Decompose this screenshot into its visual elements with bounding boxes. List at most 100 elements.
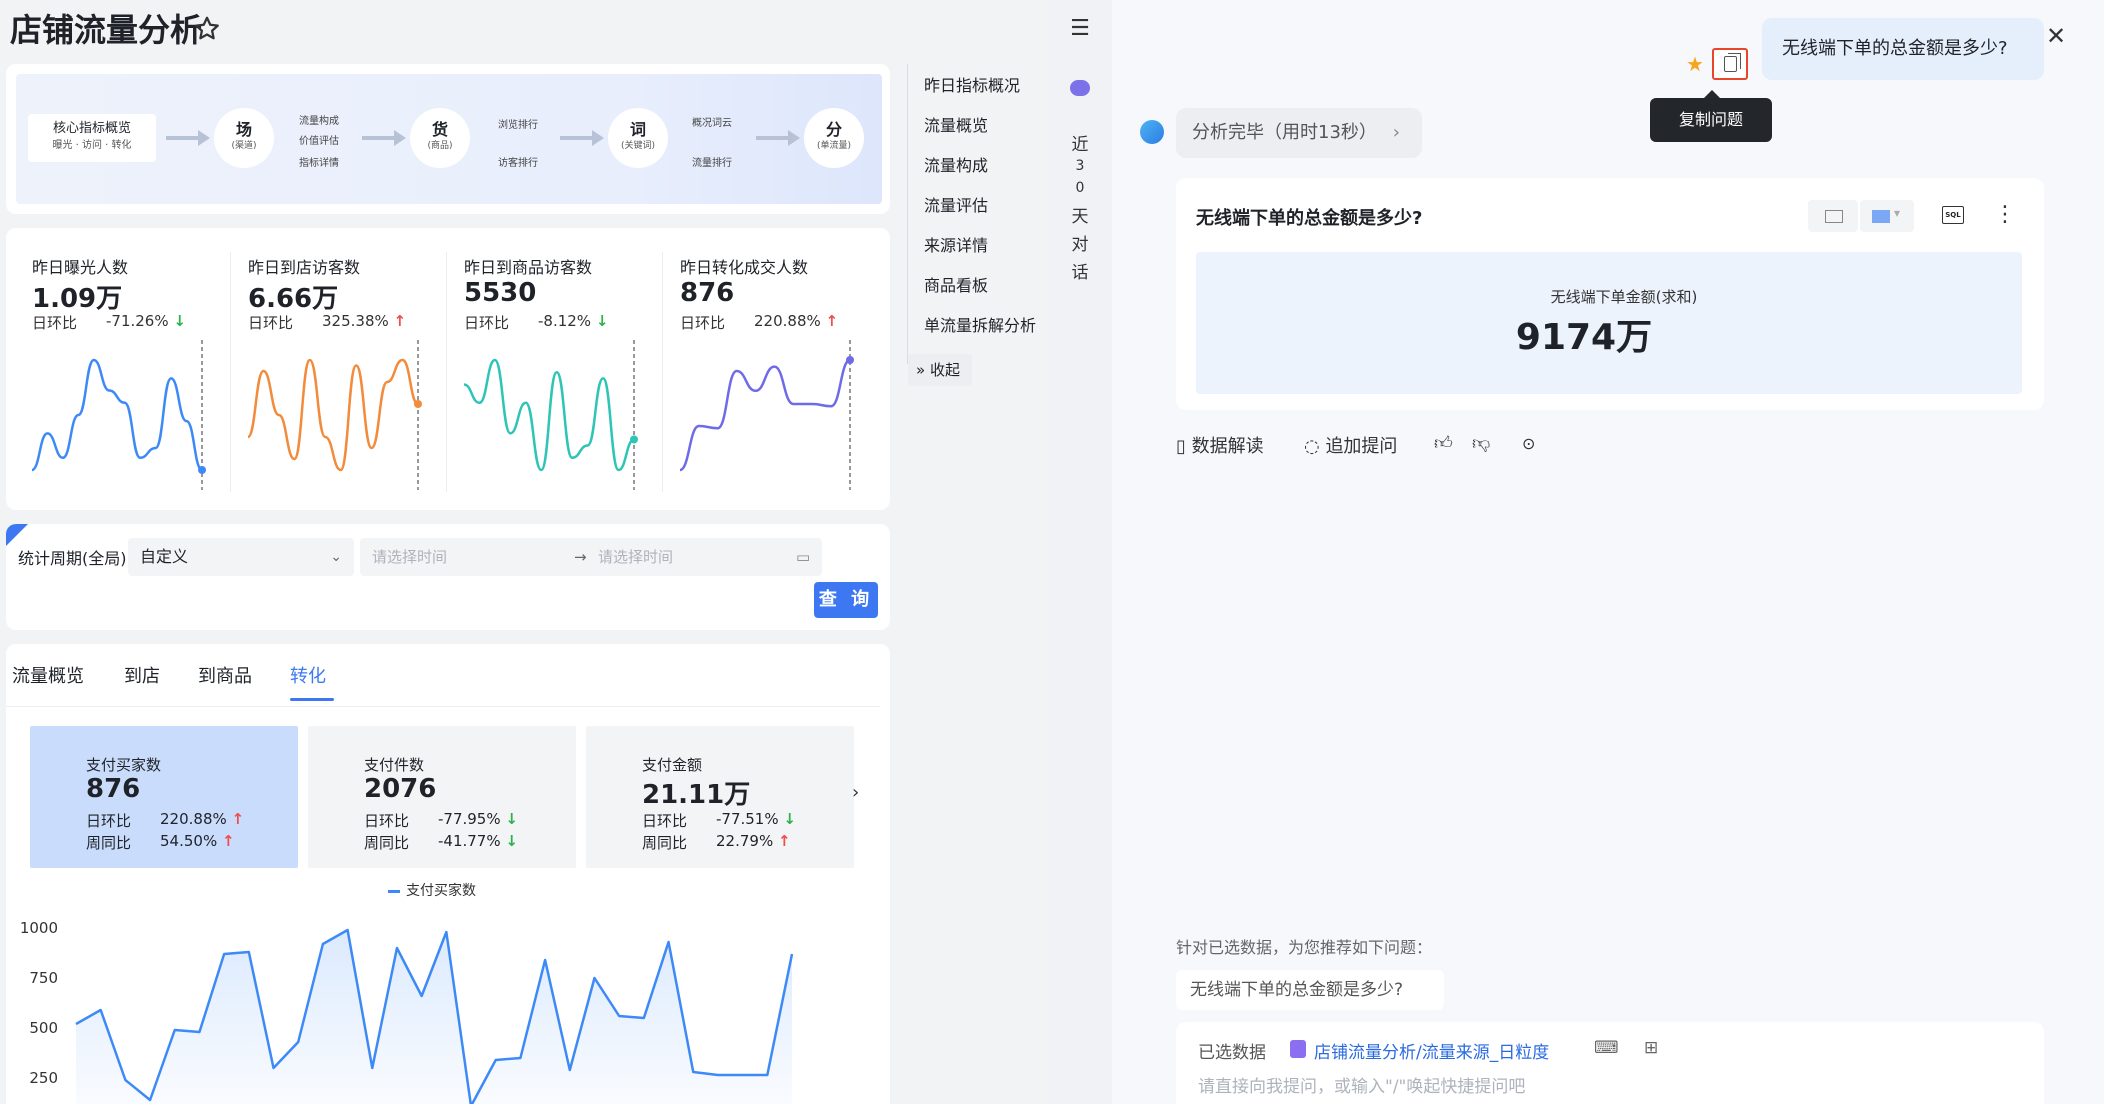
analysis-panel: 流量概览 到店 到商品 转化 支付买家数 876 日环比 220.88% ↑ 周同… (6, 644, 890, 1104)
metric-change-label: 日环比 (32, 314, 78, 332)
nav-item-traffic-evaluation[interactable]: 流量评估 (924, 192, 988, 216)
kpi-card-buyers[interactable]: 支付买家数 876 日环比 220.88% ↑ 周同比 54.50% ↑ (30, 726, 298, 868)
divider (6, 706, 880, 707)
kpi-card-amount[interactable]: 支付金额 21.11万 日环比 -77.51% ↓ 周同比 22.79% ↑ (586, 726, 854, 868)
tab-product[interactable]: 到商品 (198, 664, 252, 690)
history-label-char[interactable]: 3 (1048, 158, 1112, 174)
arrow-down-icon: ↓ (173, 312, 186, 330)
metric-exposure[interactable]: 昨日曝光人数 1.09万 日环比 -71.26% ↓ (6, 228, 222, 510)
analysis-status[interactable]: 分析完毕（用时13秒） › (1176, 108, 1422, 158)
metric-visitors[interactable]: 昨日到店访客数 6.66万 日环比 325.38% ↑ (222, 228, 438, 510)
metric-change: -71.26% (106, 312, 169, 330)
arrow-down-icon: ↓ (505, 810, 518, 828)
metric-value: 1.09万 (32, 284, 123, 314)
history-label-char[interactable]: 对 (1048, 230, 1112, 255)
chevron-right-icon: › (1392, 122, 1400, 143)
flow-step-title: 场 (235, 120, 252, 139)
flow-label[interactable]: 浏览排行 (498, 116, 538, 131)
close-icon[interactable]: ✕ (2042, 22, 2070, 50)
table-view-icon[interactable] (1808, 200, 1858, 232)
tab-store[interactable]: 到店 (124, 664, 160, 690)
chat-input-box[interactable]: 已选数据 店铺流量分析/流量来源_日粒度 ⌨ ⊞ 请直接向我提问，或输入"/"唤… (1176, 1022, 2044, 1104)
flow-label[interactable]: 流量构成 (299, 112, 339, 127)
chat-sidebar: ☰ 近 3 0 天 对 话 (1048, 0, 1112, 1104)
favorite-star-icon[interactable] (192, 14, 222, 44)
book-icon: ▯ (1176, 436, 1192, 457)
flow-label[interactable]: 价值评估 (299, 132, 339, 147)
date-range-picker[interactable]: 请选择时间 → 请选择时间 ▭ (360, 538, 822, 576)
favorite-star-icon[interactable]: ★ (1686, 52, 1704, 76)
nav-item-traffic-overview[interactable]: 流量概览 (924, 112, 988, 136)
kpi-card-items[interactable]: 支付件数 2076 日环比 -77.95% ↓ 周同比 -41.77% ↓ (308, 726, 576, 868)
nav-item-traffic-composition[interactable]: 流量构成 (924, 152, 988, 176)
selected-data-source[interactable]: 店铺流量分析/流量来源_日粒度 (1314, 1038, 1549, 1063)
flow-label[interactable]: 访客排行 (498, 154, 538, 169)
flow-step-goods[interactable]: 货 (商品) (410, 108, 470, 168)
kpi-value: 2076 (364, 774, 437, 804)
nav-item-source-detail[interactable]: 来源详情 (924, 232, 988, 256)
tab-traffic-overview[interactable]: 流量概览 (12, 664, 84, 690)
chat-bubble-icon[interactable] (1048, 80, 1112, 101)
metric-conversions[interactable]: 昨日转化成交人数 876 日环比 220.88% ↑ (654, 228, 870, 510)
nav-divider (907, 64, 908, 364)
arrow-down-icon: ↓ (595, 312, 609, 330)
chart-legend-item[interactable]: 支付买家数 (388, 880, 476, 900)
nav-item-product-board[interactable]: 商品看板 (924, 272, 988, 296)
flow-arrow (166, 130, 210, 146)
recommended-question[interactable]: 无线端下单的总金额是多少? (1176, 970, 1444, 1010)
nav-item-yesterday[interactable]: 昨日指标概况 (924, 72, 1020, 96)
tab-conversion[interactable]: 转化 (290, 664, 326, 690)
data-interpret-button[interactable]: ▯ 数据解读 (1176, 432, 1264, 458)
start-date-placeholder[interactable]: 请选择时间 (372, 538, 447, 576)
flow-banner: 核心指标概览 曝光 · 访问 · 转化 场 (渠道) 流量构成 价值评估 指标详情… (6, 64, 890, 214)
more-vertical-icon[interactable]: ⋮ (1994, 202, 2016, 227)
history-label-char[interactable]: 近 (1048, 130, 1112, 155)
answer-title: 无线端下单的总金额是多少? (1196, 208, 1423, 229)
dataset-icon (1290, 1040, 1306, 1058)
flow-step-keyword[interactable]: 词 (关键词) (608, 108, 668, 168)
collapse-label: 收起 (929, 361, 960, 379)
thumbs-up-icon[interactable]: 👍︎ (1434, 432, 1453, 454)
history-label-char[interactable]: 0 (1048, 180, 1112, 196)
collapse-button[interactable]: » 收起 (908, 354, 972, 386)
flow-label[interactable]: 概况词云 (692, 114, 732, 129)
menu-collapse-icon[interactable]: ☰ (1048, 16, 1112, 41)
dataset-switch-icon[interactable]: ⊞ (1644, 1038, 1658, 1058)
nav-item-single-traffic[interactable]: 单流量拆解分析 (924, 312, 1036, 336)
flow-core-sub: 曝光 · 访问 · 转化 (52, 140, 132, 151)
flow-step-title: 词 (629, 120, 646, 139)
legend-label: 支付买家数 (406, 883, 476, 899)
flow-step-channel[interactable]: 场 (渠道) (214, 108, 274, 168)
flow-step-single[interactable]: 分 (单流量) (804, 108, 864, 168)
follow-up-button[interactable]: ◌ 追加提问 (1304, 432, 1397, 458)
metric-title: 昨日到店访客数 (248, 258, 361, 277)
y-tick-label: 750 (29, 969, 58, 987)
history-label-char[interactable]: 天 (1048, 202, 1112, 227)
flow-label[interactable]: 指标详情 (299, 154, 339, 169)
calendar-icon[interactable]: ▭ (796, 538, 810, 576)
range-arrow-icon: → (574, 548, 587, 566)
arrow-up-icon: ↑ (825, 312, 839, 330)
chat-input-placeholder[interactable]: 请直接向我提问，或输入"/"唤起快捷提问吧 (1198, 1072, 1525, 1097)
end-date-placeholder[interactable]: 请选择时间 (598, 538, 673, 576)
query-button[interactable]: 查 询 (814, 582, 878, 618)
chevron-right-icon[interactable]: › (852, 782, 859, 803)
page-title: 店铺流量分析 (10, 11, 203, 49)
dataset-settings-icon[interactable]: ⌨ (1594, 1038, 1619, 1058)
arrow-down-icon: ↓ (505, 832, 518, 850)
chart-view-icon[interactable]: ▾ (1860, 200, 1914, 232)
copy-icon[interactable] (1712, 48, 1748, 80)
kpi-row-label: 周同比 (642, 834, 688, 852)
flow-core-box[interactable]: 核心指标概览 曝光 · 访问 · 转化 (28, 114, 156, 162)
sql-icon[interactable]: SQL (1942, 206, 1964, 224)
more-options-icon[interactable]: ⊙ (1522, 434, 1535, 453)
history-label-char[interactable]: 话 (1048, 258, 1112, 283)
metric-product-visitors[interactable]: 昨日到商品访客数 5530 日环比 -8.12% ↓ (438, 228, 654, 510)
kpi-row-value: -77.95% (438, 810, 501, 828)
kpi-title: 支付金额 (642, 756, 703, 774)
flow-label[interactable]: 流量排行 (692, 154, 732, 169)
period-select[interactable]: 自定义 ⌄ (128, 538, 354, 576)
metric-title: 昨日曝光人数 (32, 258, 129, 277)
sparkline-last-point (414, 400, 422, 408)
thumbs-down-icon[interactable]: 👎︎ (1472, 432, 1490, 454)
